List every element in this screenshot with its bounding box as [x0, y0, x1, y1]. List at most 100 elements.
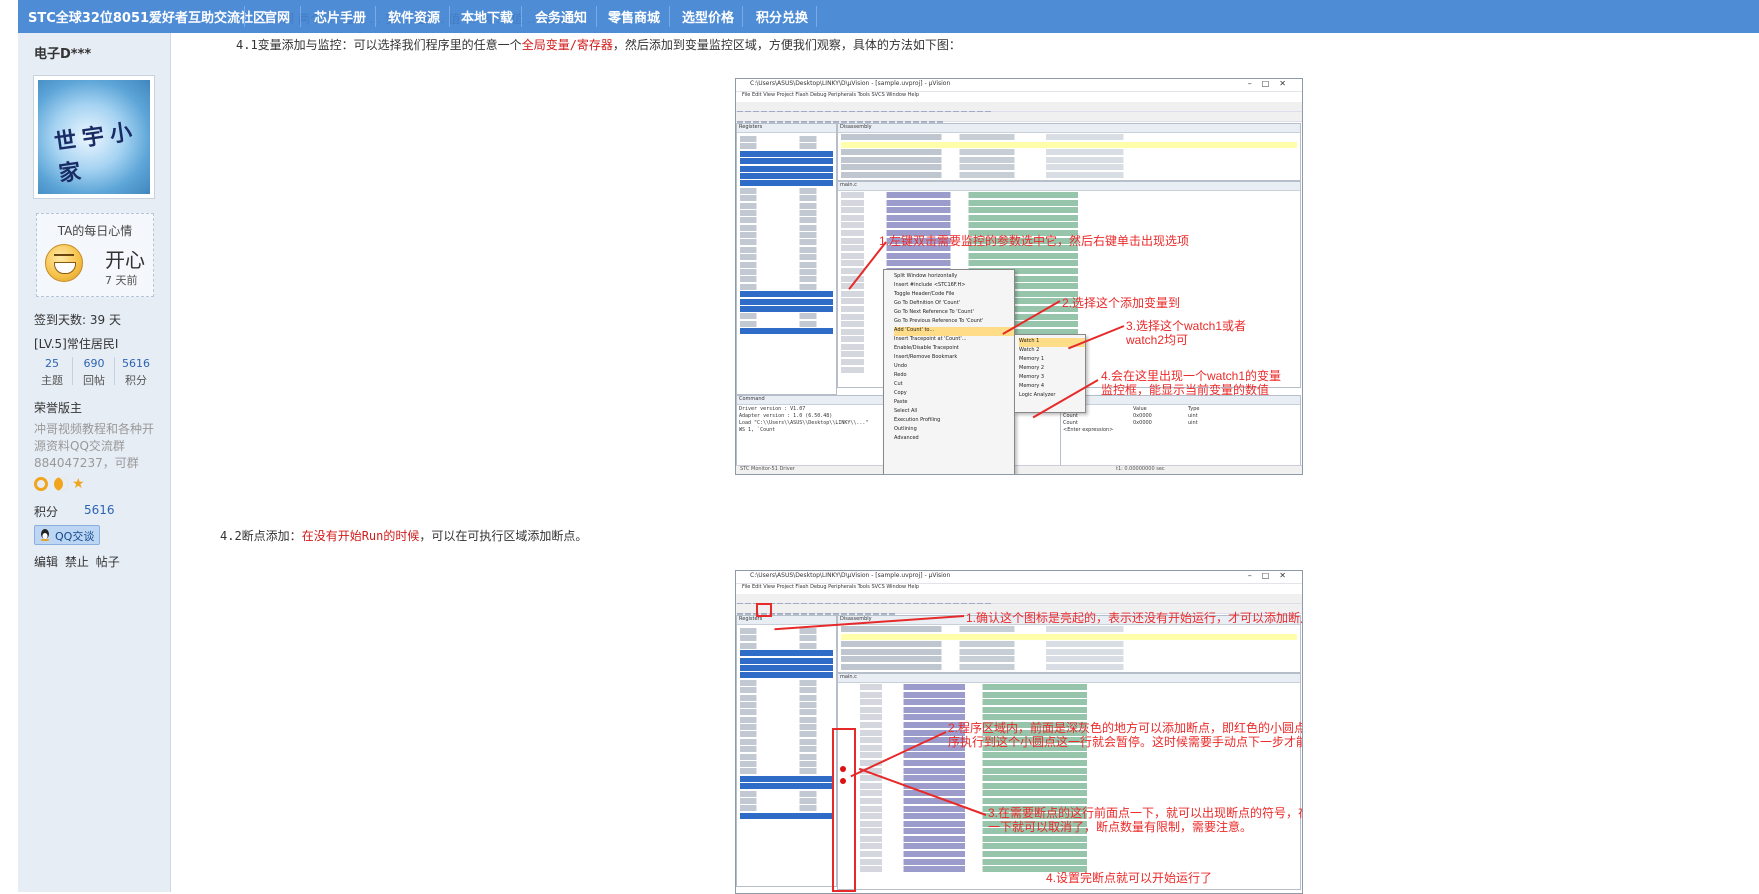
stat-threads-value: 25 — [45, 357, 59, 370]
annotation-step2: 2.选择这个添加变量到 — [1062, 296, 1181, 310]
sun-medal-icon[interactable] — [34, 477, 48, 491]
smiley-eyes — [54, 254, 74, 259]
ctx-item[interactable]: Redo — [894, 372, 1014, 381]
ctx-item[interactable]: Enable/Disable Tracepoint — [894, 345, 1014, 354]
nav-item-notices[interactable]: 会务通知 — [535, 7, 587, 26]
stat-replies[interactable]: 690 回帖 — [74, 357, 114, 388]
editor-context-menu: Split Window horizontally Insert #includ… — [883, 269, 1015, 474]
submenu-memory3[interactable]: Memory 3 — [1019, 374, 1085, 383]
ctx-item[interactable]: Insert Tracepoint at 'Count'... — [894, 336, 1014, 345]
screenshot-watch-variable[interactable]: C:\Users\ASUS\Desktop\LINKY\D\μVision - … — [735, 78, 1303, 475]
ctx-item[interactable]: Execution Profiling — [894, 417, 1014, 426]
watch-cell: <Enter expression> — [1063, 427, 1114, 433]
ban-link[interactable]: 禁止 — [65, 555, 89, 569]
registers-pane-header: Registers — [737, 616, 836, 625]
ctx-item-add-to-watch[interactable]: Add 'Count' to... — [894, 327, 1014, 336]
disassembly-lines — [841, 134, 1297, 180]
nav-item-pricing[interactable]: 选型价格 — [682, 7, 734, 26]
watch-col-value: Value — [1133, 406, 1147, 412]
stat-threads[interactable]: 25 主题 — [32, 357, 72, 388]
watch-cell: 0x0000 — [1133, 413, 1152, 419]
annotation-bp-step2: 2.程序区域内，前面是深灰色的地方可以添加断点，即红色的小圆点，即程 序执行到这… — [948, 721, 1303, 749]
watch-row[interactable]: Count 0x0000 uint — [1063, 413, 1199, 420]
smiley-face-icon — [45, 244, 83, 282]
admin-links: 编辑 禁止 帖子 — [34, 553, 123, 570]
site-title-link[interactable]: STC全球32位8051爱好者互助交流社区 — [28, 7, 266, 26]
watch-cell: 0x0000 — [1133, 420, 1152, 426]
user-level[interactable]: [LV.5]常住居民I — [34, 335, 118, 352]
annotation-bp-step1: 1.确认这个图标是亮起的，表示还没有开始运行，才可以添加断点 — [966, 611, 1303, 625]
p2-highlight: 在没有开始Run的时候 — [301, 529, 420, 543]
ctx-item[interactable]: Insert #include <STC16F.H> — [894, 282, 1014, 291]
watch-cell: Count — [1063, 420, 1078, 426]
submenu-memory1[interactable]: Memory 1 — [1019, 356, 1085, 365]
code-tab[interactable]: main.c — [838, 182, 1300, 191]
screenshot-breakpoints[interactable]: C:\Users\ASUS\Desktop\LINKY\D\μVision - … — [735, 570, 1303, 894]
stat-points[interactable]: 5616 积分 — [116, 357, 156, 388]
code-lines — [860, 684, 1297, 874]
nav-item-chip-manual[interactable]: 芯片手册 — [314, 7, 366, 26]
breakpoint-dot-icon[interactable] — [840, 778, 846, 784]
ctx-item[interactable]: Undo — [894, 363, 1014, 372]
star-medal-icon[interactable]: ★ — [72, 477, 86, 491]
command-pane-header: Command — [737, 396, 892, 405]
watch-col-type: Type — [1188, 406, 1200, 412]
ctx-item[interactable]: Advanced — [894, 435, 1014, 444]
nav-item-points-exchange[interactable]: 积分兑换 — [756, 7, 808, 26]
p2-prefix: 4.2断点添加： — [220, 529, 302, 543]
ctx-item[interactable]: Insert/Remove Bookmark — [894, 354, 1014, 363]
window-controls: –□✕ — [1247, 79, 1296, 88]
watch-cell: uint — [1188, 420, 1198, 426]
posts-link[interactable]: 帖子 — [96, 555, 120, 569]
ctx-item[interactable]: Outlining — [894, 426, 1014, 435]
registers-list — [740, 628, 833, 820]
ctx-item[interactable]: Cut — [894, 381, 1014, 390]
moon-medal-icon[interactable] — [54, 477, 68, 491]
window-controls: –□✕ — [1247, 571, 1296, 580]
code-editor-pane[interactable]: main.c — [832, 673, 1301, 892]
ctx-item[interactable]: Select All — [894, 408, 1014, 417]
ctx-item[interactable]: Copy — [894, 390, 1014, 399]
submenu-watch2[interactable]: Watch 2 — [1019, 347, 1085, 356]
command-line: Adapter version : 1.0 (6.50.48) — [739, 413, 833, 419]
ide-menu-bar: File Edit View Project Flash Debug Perip… — [742, 92, 920, 98]
ctx-item[interactable]: Toggle Header/Code File — [894, 291, 1014, 300]
ide-title-bar: C:\Users\ASUS\Desktop\LINKY\D\μVision - … — [736, 79, 1302, 92]
author-username[interactable]: 电子D*** — [34, 43, 91, 62]
nav-divider — [300, 6, 301, 27]
nav-item-official-site[interactable]: 官网 — [264, 7, 290, 26]
nav-item-retail-store[interactable]: 零售商城 — [608, 7, 660, 26]
registers-pane: Registers — [736, 123, 837, 395]
ctx-item[interactable]: Split Window horizontally — [894, 273, 1014, 282]
nav-divider — [596, 6, 597, 27]
watch-row[interactable]: Count 0x0000 uint — [1063, 420, 1199, 427]
nav-item-software[interactable]: 软件资源 — [388, 7, 440, 26]
nav-divider — [449, 6, 450, 27]
registers-pane-header: Registers — [737, 124, 836, 133]
submenu-memory2[interactable]: Memory 2 — [1019, 365, 1085, 374]
ctx-item[interactable]: Paste — [894, 399, 1014, 408]
annotation-bp-step4: 4.设置完断点就可以开始运行了 — [1046, 871, 1213, 885]
daily-mood-box: TA的每日心情 开心 7 天前 — [36, 213, 154, 297]
code-tab[interactable]: main.c — [838, 674, 1300, 683]
qq-chat-label: QQ交谈 — [55, 530, 95, 543]
command-pane: Command Driver version : V1.07 Adapter v… — [736, 395, 893, 467]
avatar[interactable]: 世宇小家 — [33, 75, 155, 199]
ctx-item[interactable]: Go To Next Reference To 'Count' — [894, 309, 1014, 318]
honor-description: 冲哥视频教程和各种开源资料QQ交流群884047237，可群 — [34, 422, 155, 470]
breakpoint-dot-icon[interactable] — [840, 766, 846, 772]
nav-divider — [742, 6, 743, 27]
p1-highlight: 全局变量/寄存器 — [521, 38, 613, 52]
status-timer: t1: 0.00000000 sec — [1116, 466, 1165, 472]
points-label: 积分 — [34, 505, 59, 519]
nav-item-local-download[interactable]: 本地下载 — [461, 7, 513, 26]
ctx-item[interactable]: Go To Definition Of 'Count' — [894, 300, 1014, 309]
ide-title-bar: C:\Users\ASUS\Desktop\LINKY\D\μVision - … — [736, 571, 1302, 584]
qq-chat-button[interactable]: QQ交谈 — [34, 525, 100, 545]
ctx-item[interactable]: Go To Previous Reference To 'Count' — [894, 318, 1014, 327]
edit-link[interactable]: 编辑 — [34, 555, 58, 569]
p1-suffix: ，然后添加到变量监控区域，方便我们观察，具体的方法如下图： — [612, 38, 961, 52]
registers-list — [740, 136, 833, 336]
watch-row[interactable]: <Enter expression> — [1063, 427, 1199, 434]
mood-word: 开心 — [105, 248, 145, 272]
